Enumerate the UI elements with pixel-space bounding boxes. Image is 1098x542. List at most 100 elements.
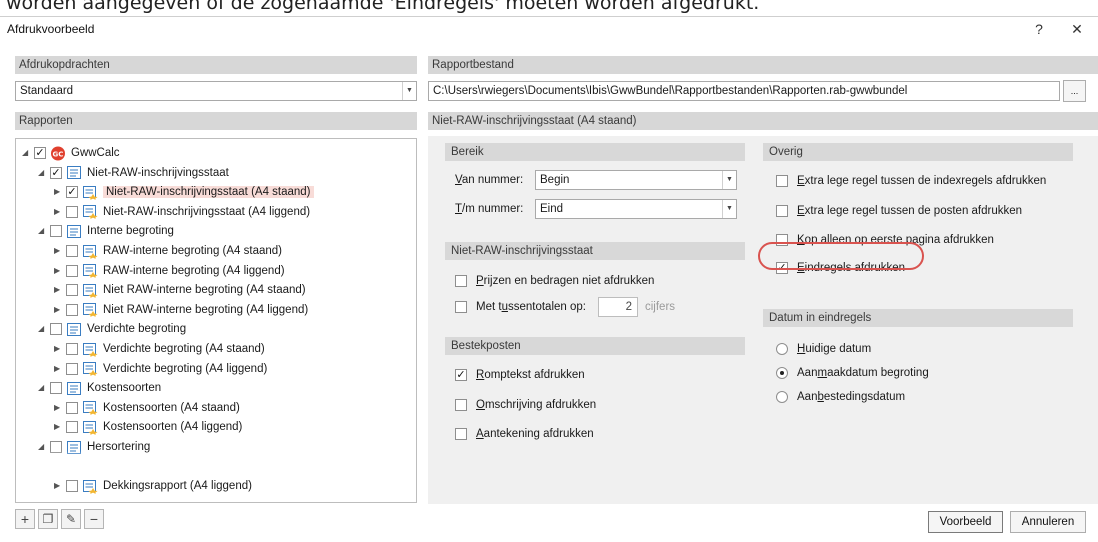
tree-checkbox[interactable]	[66, 284, 78, 297]
rapportbestand-path-select[interactable]: C:\Users\rwiegers\Documents\Ibis\GwwBund…	[428, 81, 1060, 101]
window-title: Afdrukvoorbeeld	[7, 22, 95, 36]
expand-arrow-icon[interactable]: ▶	[54, 262, 66, 280]
tree-checkbox[interactable]	[66, 362, 78, 375]
chevron-down-icon[interactable]: ▼	[722, 200, 736, 218]
tree-checkbox[interactable]	[66, 421, 78, 434]
report-file-icon	[82, 479, 98, 494]
tussentotalen-option[interactable]: Met tussentotalen op:	[455, 298, 586, 316]
tree-checkbox[interactable]	[66, 401, 78, 414]
aanbestedingsdatum-radio[interactable]	[776, 390, 788, 403]
voorbeeld-button[interactable]: Voorbeeld	[928, 511, 1003, 533]
remove-icon[interactable]: −	[84, 509, 104, 529]
tussentotalen-checkbox[interactable]	[455, 300, 467, 313]
tree-report-item[interactable]: ▶ Niet-RAW-inschrijvingsstaat (A4 liggend…	[54, 203, 310, 221]
tree-checkbox[interactable]: ✓	[66, 186, 78, 199]
van-nummer-select[interactable]: Begin ▼	[535, 170, 737, 190]
extra-index-checkbox[interactable]	[776, 174, 788, 187]
close-button[interactable]: ✕	[1066, 19, 1088, 39]
collapse-arrow-icon[interactable]: ◢	[22, 144, 34, 162]
expand-arrow-icon[interactable]: ▶	[54, 281, 66, 299]
tree-group-item[interactable]: ◢ ✓ Niet-RAW-inschrijvingsstaat	[38, 164, 229, 182]
add-icon[interactable]: +	[15, 509, 35, 529]
expand-arrow-icon[interactable]: ▶	[54, 203, 66, 221]
tree-checkbox[interactable]	[66, 264, 78, 277]
expand-arrow-icon[interactable]: ▶	[54, 183, 66, 201]
eindregels-highlight-annotation	[758, 242, 924, 270]
expand-arrow-icon[interactable]: ▶	[54, 477, 66, 495]
tree-item-label: Niet-RAW-inschrijvingsstaat (A4 liggend)	[103, 205, 311, 218]
expand-arrow-icon[interactable]: ▶	[54, 242, 66, 260]
tree-group-item[interactable]: ◢ Interne begroting	[38, 222, 174, 240]
huidige-datum-option[interactable]: Huidige datum	[776, 340, 871, 358]
expand-arrow-icon[interactable]: ▶	[54, 301, 66, 319]
omschrijving-checkbox[interactable]	[455, 398, 467, 411]
tree-report-item[interactable]: ▶ Niet RAW-interne begroting (A4 staand)	[54, 281, 306, 299]
expand-arrow-icon[interactable]: ▶	[54, 399, 66, 417]
tree-report-item[interactable]: ▶ Dekkingsrapport (A4 liggend)	[54, 477, 252, 495]
tree-checkbox[interactable]	[66, 303, 78, 316]
aantekening-option[interactable]: Aantekening afdrukken	[455, 425, 594, 443]
omschrijving-option[interactable]: Omschrijving afdrukken	[455, 396, 596, 414]
chevron-down-icon[interactable]: ▼	[402, 82, 416, 100]
caption-text: worden aangegeven of de zogenaamde 'Eind…	[6, 0, 760, 14]
datum-header: Datum in eindregels	[763, 309, 1073, 327]
huidige-datum-radio[interactable]	[776, 342, 788, 355]
prijzen-niet-afdrukken-option[interactable]: Prijzen en bedragen niet afdrukken	[455, 272, 654, 290]
tree-group-item[interactable]: ◢ Kostensoorten	[38, 379, 161, 397]
tree-root-item[interactable]: ◢ ✓ GC GwwCalc	[22, 144, 120, 162]
tree-checkbox[interactable]: ✓	[34, 147, 46, 159]
tree-group-item[interactable]: ◢ Verdichte begroting	[38, 320, 186, 338]
edit-icon[interactable]: ✎	[61, 509, 81, 529]
tree-report-item[interactable]: ▶ RAW-interne begroting (A4 liggend)	[54, 262, 285, 280]
tree-report-item[interactable]: ▶ Niet RAW-interne begroting (A4 liggend)	[54, 301, 308, 319]
extra-lege-regel-posten-option[interactable]: Extra lege regel tussen de posten afdruk…	[776, 202, 1022, 220]
tree-item-label: Kostensoorten (A4 staand)	[103, 401, 240, 414]
chevron-down-icon[interactable]: ▼	[722, 171, 736, 189]
extra-lege-regel-index-option[interactable]: Extra lege regel tussen de indexregels a…	[776, 172, 1046, 190]
tree-checkbox[interactable]	[50, 382, 62, 395]
tree-report-item[interactable]: ▶ Kostensoorten (A4 staand)	[54, 399, 240, 417]
tree-checkbox[interactable]	[50, 323, 62, 336]
tm-nummer-select[interactable]: Eind ▼	[535, 199, 737, 219]
collapse-arrow-icon[interactable]: ◢	[38, 320, 50, 338]
tree-report-item[interactable]: ▶ Verdichte begroting (A4 liggend)	[54, 360, 267, 378]
tree-item-label: Dekkingsrapport (A4 liggend)	[103, 480, 252, 493]
rapporten-tree[interactable]: ◢ ✓ GC GwwCalc ◢ ✓ Niet-RAW-inschrijvingsstaat…	[15, 138, 417, 503]
tree-report-item[interactable]: ▶ Kostensoorten (A4 liggend)	[54, 418, 242, 436]
tree-item-label: Niet-RAW-inschrijvingsstaat (A4 staand)	[103, 186, 314, 199]
copy-icon[interactable]: ❐	[38, 509, 58, 529]
aanmaakdatum-radio[interactable]	[776, 366, 788, 379]
help-button[interactable]: ?	[1028, 19, 1050, 39]
collapse-arrow-icon[interactable]: ◢	[38, 222, 50, 240]
expand-arrow-icon[interactable]: ▶	[54, 340, 66, 358]
romptekst-option[interactable]: ✓ Romptekst afdrukken	[455, 366, 585, 384]
expand-arrow-icon[interactable]: ▶	[54, 418, 66, 436]
collapse-arrow-icon[interactable]: ◢	[38, 379, 50, 397]
aanbestedingsdatum-option[interactable]: Aanbestedingsdatum	[776, 388, 905, 406]
tree-checkbox[interactable]	[66, 245, 78, 257]
tree-item-label: Verdichte begroting	[87, 323, 187, 336]
extra-posten-checkbox[interactable]	[776, 204, 788, 217]
collapse-arrow-icon[interactable]: ◢	[38, 164, 50, 182]
aantekening-checkbox[interactable]	[455, 427, 467, 440]
report-group-icon	[66, 165, 82, 180]
tree-checkbox[interactable]	[66, 205, 78, 218]
browse-button[interactable]: ...	[1063, 80, 1086, 102]
report-file-icon	[82, 204, 98, 220]
tree-checkbox[interactable]	[66, 343, 78, 355]
tm-nummer-label: T/m nummer:	[455, 203, 524, 215]
afdrukopdracht-select[interactable]: Standaard ▼	[15, 81, 417, 101]
tree-checkbox[interactable]: ✓	[50, 166, 62, 179]
tree-report-item[interactable]: ▶ Verdichte begroting (A4 staand)	[54, 340, 265, 358]
expand-arrow-icon[interactable]: ▶	[54, 360, 66, 378]
tree-checkbox[interactable]	[66, 480, 78, 493]
tree-report-item[interactable]: ▶ RAW-interne begroting (A4 staand)	[54, 242, 282, 260]
tree-report-item[interactable]: ▶ ✓ Niet-RAW-inschrijvingsstaat (A4 staand…	[54, 183, 314, 201]
tree-checkbox[interactable]	[50, 225, 62, 238]
prijzen-checkbox[interactable]	[455, 274, 467, 287]
aanmaakdatum-option[interactable]: Aanmaakdatum begroting	[776, 364, 929, 382]
annuleren-button[interactable]: Annuleren	[1010, 511, 1086, 533]
tussentotalen-input[interactable]: 2	[598, 297, 638, 317]
romptekst-checkbox[interactable]: ✓	[455, 368, 467, 381]
tree-item-label: Niet-RAW-inschrijvingsstaat	[87, 166, 229, 179]
